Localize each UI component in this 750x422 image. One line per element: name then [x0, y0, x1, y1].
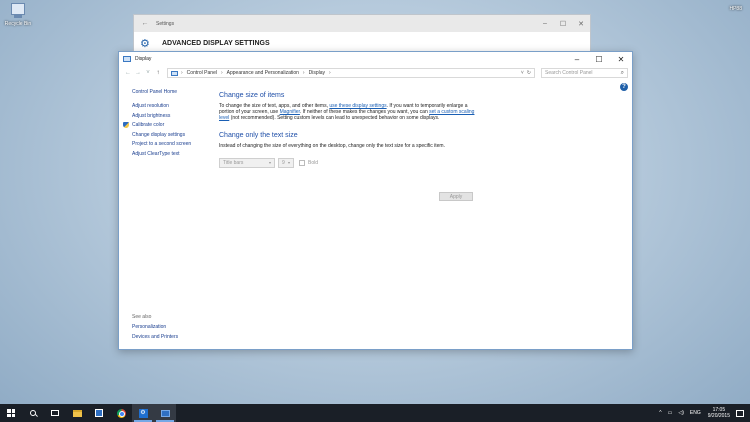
start-button[interactable]: [0, 404, 22, 422]
sidebar-item-calibrate-color[interactable]: Calibrate color: [123, 122, 214, 128]
see-also-section: See also Personalization Devices and Pri…: [132, 314, 178, 344]
address-bar[interactable]: › Control Panel › Appearance and Persona…: [167, 68, 535, 78]
sidebar-control-panel-home[interactable]: Control Panel Home: [132, 89, 214, 95]
settings-window[interactable]: ← Settings – ☐ ✕ ⚙ ADVANCED DISPLAY SETT…: [133, 14, 591, 54]
apply-button[interactable]: Apply: [439, 192, 473, 201]
breadcrumb-separator[interactable]: ›: [329, 70, 331, 76]
windows-logo-icon: [7, 409, 15, 417]
address-toolbar: ← → ˅ ↑ › Control Panel › Appearance and…: [119, 66, 632, 80]
help-button[interactable]: ?: [620, 83, 628, 91]
display-window[interactable]: Display – ☐ ✕ ← → ˅ ↑ › Control Panel › …: [118, 51, 633, 350]
close-button[interactable]: ✕: [610, 55, 632, 64]
sidebar-item-label: Calibrate color: [132, 122, 165, 128]
see-also-devices-printers[interactable]: Devices and Printers: [132, 334, 178, 340]
clock[interactable]: 17:05 9/20/2015: [708, 407, 730, 419]
refresh-button[interactable]: ↻: [527, 70, 531, 76]
see-also-personalization[interactable]: Personalization: [132, 324, 178, 330]
change-size-description: To change the size of text, apps, and ot…: [219, 103, 475, 122]
sidebar-item-adjust-brightness[interactable]: Adjust brightness: [132, 113, 214, 119]
settings-close-button[interactable]: ✕: [572, 20, 590, 28]
display-window-title: Display: [135, 56, 152, 62]
bold-checkbox[interactable]: [299, 159, 305, 166]
search-button[interactable]: [22, 404, 44, 422]
breadcrumb-separator[interactable]: ›: [303, 70, 305, 76]
up-button[interactable]: ↑: [153, 70, 163, 76]
sidebar-item-change-display-settings[interactable]: Change display settings: [132, 132, 214, 138]
font-size-value: 9: [282, 159, 285, 166]
item-select[interactable]: Title bars ▾: [219, 157, 275, 168]
store-icon: [95, 409, 103, 417]
settings-window-title: Settings: [156, 20, 175, 27]
recycle-bin-desktop-icon[interactable]: Recycle Bin: [4, 3, 32, 27]
chrome-icon: [116, 408, 126, 418]
address-dropdown-button[interactable]: ˅: [521, 70, 524, 76]
system-tray: ^ ▭ ◁) ENG 17:05 9/20/2015: [656, 404, 750, 422]
breadcrumb-display[interactable]: Display: [309, 70, 325, 76]
breadcrumb-separator[interactable]: ›: [221, 70, 223, 76]
shield-icon: [123, 122, 129, 128]
desktop-corner-text: HP88: [729, 6, 742, 12]
text-size-description: Instead of changing the size of everythi…: [219, 142, 445, 149]
minimize-button[interactable]: –: [566, 55, 588, 64]
display-titlebar[interactable]: Display – ☐ ✕: [119, 52, 632, 66]
settings-minimize-button[interactable]: –: [536, 20, 554, 27]
volume-icon[interactable]: ◁): [678, 410, 684, 416]
display-settings-link[interactable]: use these display settings: [329, 103, 386, 109]
search-icon: [30, 410, 36, 416]
settings-page-title: ADVANCED DISPLAY SETTINGS: [162, 39, 270, 47]
text-size-heading: Change only the text size: [219, 131, 298, 139]
recycle-bin-label: Recycle Bin: [4, 21, 32, 27]
display-taskbar-button[interactable]: [154, 404, 176, 422]
gear-icon: ⚙: [140, 37, 150, 50]
breadcrumb-root-separator[interactable]: ›: [181, 70, 183, 76]
main-content: Change size of items To change the size …: [219, 92, 484, 168]
chevron-down-icon: ▾: [268, 160, 271, 166]
show-hidden-icons-button[interactable]: ^: [659, 410, 661, 416]
sidebar-item-adjust-cleartype[interactable]: Adjust ClearType text: [132, 151, 214, 157]
sidebar-item-project-second-screen[interactable]: Project to a second screen: [132, 141, 214, 147]
settings-back-button[interactable]: ←: [134, 20, 156, 27]
search-input[interactable]: Search Control Panel ⌕: [541, 68, 628, 78]
recent-locations-button[interactable]: ˅: [143, 70, 153, 76]
language-indicator[interactable]: ENG: [690, 410, 701, 416]
folder-icon: [72, 409, 82, 417]
font-size-select[interactable]: 9 ▾: [278, 157, 294, 168]
display-icon: [160, 409, 170, 417]
store-button[interactable]: [88, 404, 110, 422]
recycle-bin-icon: [11, 3, 25, 18]
network-icon[interactable]: ▭: [668, 410, 673, 416]
file-explorer-button[interactable]: [66, 404, 88, 422]
task-view-icon: [51, 410, 59, 416]
maximize-button[interactable]: ☐: [588, 55, 610, 64]
bold-label: Bold: [308, 159, 319, 166]
settings-titlebar[interactable]: ← Settings – ☐ ✕: [134, 15, 590, 32]
taskbar: ⚙ ^ ▭ ◁) ENG 17:05 9/20/2015: [0, 404, 750, 422]
settings-taskbar-button[interactable]: ⚙: [132, 404, 154, 422]
see-also-heading: See also: [132, 314, 152, 320]
task-view-button[interactable]: [44, 404, 66, 422]
search-placeholder: Search Control Panel: [545, 70, 593, 76]
search-icon: ⌕: [620, 69, 624, 76]
clock-date: 9/20/2015: [707, 413, 730, 419]
back-button[interactable]: ←: [123, 70, 133, 76]
control-panel-icon: [171, 70, 178, 76]
chrome-button[interactable]: [110, 404, 132, 422]
sidebar: Control Panel Home Adjust resolution Adj…: [123, 89, 214, 160]
breadcrumb-control-panel[interactable]: Control Panel: [187, 70, 217, 76]
item-select-value: Title bars: [223, 159, 244, 166]
sidebar-item-adjust-resolution[interactable]: Adjust resolution: [132, 103, 214, 109]
forward-button[interactable]: →: [133, 70, 143, 76]
action-center-icon[interactable]: [736, 409, 744, 417]
chevron-down-icon: ▾: [287, 160, 290, 166]
magnifier-link[interactable]: Magnifier: [280, 109, 300, 115]
change-size-heading: Change size of items: [219, 92, 285, 99]
breadcrumb-appearance[interactable]: Appearance and Personalization: [227, 70, 299, 76]
settings-icon: ⚙: [138, 408, 148, 418]
display-app-icon: [123, 56, 131, 62]
settings-maximize-button[interactable]: ☐: [554, 20, 572, 28]
